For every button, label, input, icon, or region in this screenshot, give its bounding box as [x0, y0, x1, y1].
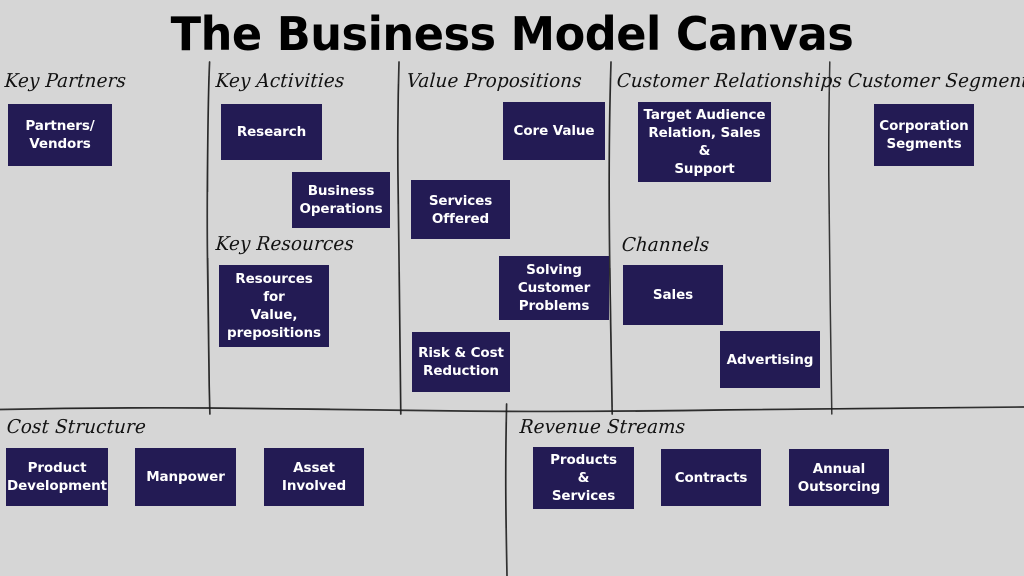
- section-heading-revenue-streams: Revenue Streams: [519, 416, 687, 438]
- card-solving-customer-problems[interactable]: Solving Customer Problems: [499, 256, 609, 320]
- card-target-audience-relation[interactable]: Target Audience Relation, Sales & Suppor…: [638, 102, 771, 182]
- divider-bottom-center: [496, 403, 520, 576]
- section-heading-cost-structure: Cost Structure: [6, 416, 147, 438]
- page-title: The Business Model Canvas: [170, 7, 854, 61]
- card-manpower[interactable]: Manpower: [135, 448, 236, 506]
- section-heading-channels: Channels: [621, 234, 711, 256]
- card-core-value[interactable]: Core Value: [503, 102, 605, 160]
- divider-col-4: [818, 61, 848, 415]
- card-partners-vendors[interactable]: Partners/ Vendors: [8, 104, 112, 166]
- card-research[interactable]: Research: [221, 104, 322, 160]
- card-annual-outsorcing[interactable]: Annual Outsorcing: [789, 449, 889, 506]
- card-resources-for-value[interactable]: Resources for Value, prepositions: [219, 265, 329, 347]
- card-business-operations[interactable]: Business Operations: [292, 172, 390, 228]
- card-contracts[interactable]: Contracts: [661, 449, 761, 506]
- section-heading-customer-relationships: Customer Relationships: [616, 70, 843, 92]
- card-services-offered[interactable]: Services Offered: [411, 180, 510, 239]
- card-corporation-segments[interactable]: Corporation Segments: [874, 104, 974, 166]
- business-model-canvas: The Business Model Canvas Key Partners P…: [0, 0, 1024, 576]
- card-advertising[interactable]: Advertising: [720, 331, 820, 388]
- section-heading-key-activities: Key Activities: [215, 70, 346, 92]
- card-risk-cost-reduction[interactable]: Risk & Cost Reduction: [412, 332, 510, 392]
- divider-horizontal: [0, 398, 1024, 422]
- card-product-development[interactable]: Product Development: [6, 448, 108, 506]
- section-heading-key-partners: Key Partners: [4, 70, 127, 92]
- section-heading-key-resources: Key Resources: [215, 233, 355, 255]
- section-heading-customer-segments: Customer Segments: [847, 70, 1024, 92]
- card-asset-involved[interactable]: Asset Involved: [264, 448, 364, 506]
- card-products-services[interactable]: Products & Services: [533, 447, 634, 509]
- section-heading-value-propositions: Value Propositions: [406, 70, 583, 92]
- card-sales[interactable]: Sales: [623, 265, 723, 325]
